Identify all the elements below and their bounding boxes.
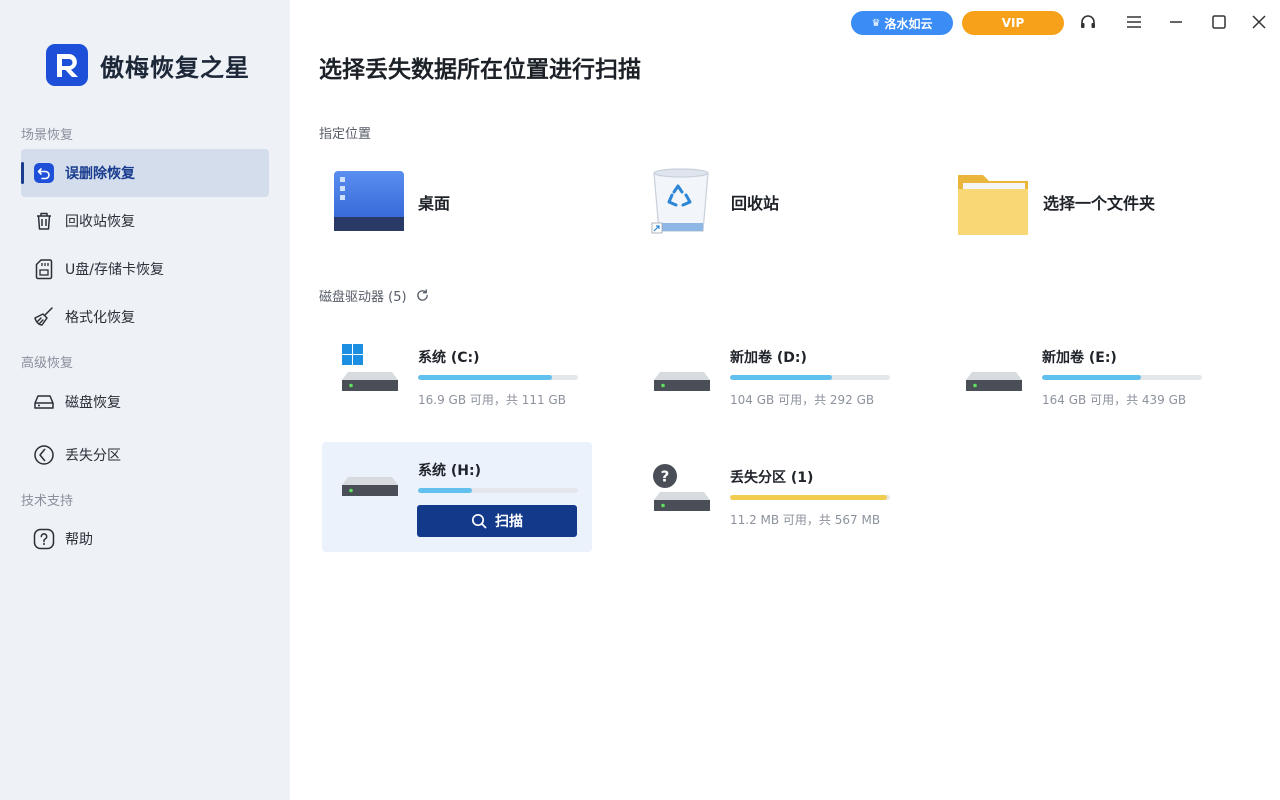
- sd-card-icon: [33, 258, 55, 280]
- drive-size: 104 GB 可用，共 292 GB: [730, 393, 875, 407]
- app-name: 傲梅恢复之星: [100, 53, 250, 82]
- minimize-icon[interactable]: [1164, 10, 1188, 34]
- sidebar-item-label: 磁盘恢复: [65, 395, 121, 411]
- location-recycle-bin[interactable]: 回收站: [643, 165, 923, 239]
- disk-icon: [33, 391, 55, 413]
- brand: 傲梅恢复之星: [46, 44, 250, 86]
- svg-text:?: ?: [661, 468, 670, 486]
- menu-icon[interactable]: [1122, 10, 1146, 34]
- user-account-button[interactable]: ♛ 洛水如云: [851, 11, 953, 35]
- drive-e[interactable]: 新加卷 (E:) 164 GB 可用，共 439 GB: [946, 329, 1216, 439]
- drive-usage-fill: [730, 375, 833, 380]
- drive-name: 新加卷 (D:): [730, 350, 807, 366]
- location-label: 回收站: [731, 194, 780, 213]
- app-logo-icon: [46, 44, 88, 86]
- sidebar-item-help[interactable]: 帮助: [21, 515, 269, 563]
- page-title: 选择丢失数据所在位置进行扫描: [319, 57, 641, 83]
- sidebar-item-label: U盘/存储卡恢复: [65, 262, 164, 278]
- drive-usage-fill: [730, 495, 887, 500]
- group-title-advanced: 高级恢复: [21, 356, 74, 371]
- drive-size: 11.2 MB 可用，共 567 MB: [730, 513, 881, 527]
- maximize-icon[interactable]: [1207, 10, 1231, 34]
- drive-name: 丢失分区 (1): [730, 470, 814, 486]
- drive-usage-fill: [1042, 375, 1142, 380]
- hard-drive-icon: [342, 477, 398, 496]
- trash-icon: [33, 210, 55, 232]
- drives-section-title: 磁盘驱动器 (5): [319, 286, 429, 305]
- drives-title-text: 磁盘驱动器 (5): [319, 290, 407, 305]
- desktop-icon: [330, 165, 406, 239]
- sidebar-item-label: 丢失分区: [65, 448, 121, 464]
- drive-lost-partition[interactable]: ? 丢失分区 (1) 11.2 MB 可用，共 567 MB: [634, 449, 904, 559]
- crown-icon: ♛: [871, 17, 881, 29]
- location-label: 桌面: [418, 194, 451, 213]
- sidebar-item-label: 回收站恢复: [65, 214, 135, 230]
- help-icon: [33, 528, 55, 550]
- partition-icon: [33, 444, 55, 466]
- drive-name: 系统 (C:): [418, 350, 480, 366]
- hard-drive-icon: [342, 344, 398, 391]
- sidebar: 傲梅恢复之星 场景恢复 误删除恢复 回收站恢复 U盘/存储卡恢复 格式化恢复 高…: [0, 0, 290, 800]
- drive-usage-bar: [418, 488, 578, 493]
- headset-icon[interactable]: [1076, 10, 1100, 34]
- location-label: 选择一个文件夹: [1043, 194, 1156, 213]
- scan-button-label: 扫描: [495, 514, 523, 530]
- group-title-scene: 场景恢复: [21, 128, 74, 143]
- vip-button[interactable]: VIP: [962, 11, 1064, 35]
- location-choose-folder[interactable]: 选择一个文件夹: [955, 165, 1235, 239]
- sidebar-item-recycle-recovery[interactable]: 回收站恢复: [21, 197, 269, 245]
- drive-usage-bar: [730, 495, 890, 500]
- sidebar-item-label: 帮助: [65, 532, 93, 548]
- scan-button[interactable]: 扫描: [417, 505, 577, 537]
- search-icon: [471, 513, 487, 529]
- drive-size: 164 GB 可用，共 439 GB: [1042, 393, 1187, 407]
- sidebar-item-format-recovery[interactable]: 格式化恢复: [21, 293, 269, 341]
- undo-icon: [33, 162, 55, 184]
- drive-d[interactable]: 新加卷 (D:) 104 GB 可用，共 292 GB: [634, 329, 904, 439]
- drive-usage-bar: [730, 375, 890, 380]
- drive-h[interactable]: 系统 (H:) 扫描: [322, 442, 592, 552]
- sidebar-item-deleted-recovery[interactable]: 误删除恢复: [21, 149, 269, 197]
- close-icon[interactable]: [1247, 10, 1271, 34]
- group-title-support: 技术支持: [21, 494, 74, 509]
- user-name: 洛水如云: [884, 16, 933, 31]
- drive-name: 系统 (H:): [418, 463, 481, 479]
- locations-section-title: 指定位置: [319, 127, 372, 142]
- sidebar-item-label: 格式化恢复: [65, 310, 135, 326]
- drive-usage-bar: [418, 375, 578, 380]
- sidebar-item-lost-partition[interactable]: 丢失分区: [21, 431, 269, 479]
- hard-drive-icon: [654, 372, 710, 391]
- drive-c[interactable]: 系统 (C:) 16.9 GB 可用，共 111 GB: [322, 329, 592, 439]
- sidebar-item-usb-recovery[interactable]: U盘/存储卡恢复: [21, 245, 269, 293]
- sidebar-item-label: 误删除恢复: [65, 166, 135, 182]
- drive-usage-fill: [418, 375, 553, 380]
- broom-icon: [33, 306, 55, 328]
- sidebar-item-disk-recovery[interactable]: 磁盘恢复: [21, 378, 269, 426]
- drive-name: 新加卷 (E:): [1042, 350, 1117, 366]
- refresh-icon[interactable]: [416, 289, 429, 302]
- recycle-bin-icon: [643, 165, 719, 239]
- location-desktop[interactable]: 桌面: [330, 165, 610, 239]
- drive-size: 16.9 GB 可用，共 111 GB: [418, 393, 566, 407]
- hard-drive-icon: [966, 372, 1022, 391]
- folder-icon: [955, 165, 1031, 239]
- drive-usage-fill: [418, 488, 473, 493]
- lost-partition-drive-icon: ?: [653, 464, 710, 511]
- drive-usage-bar: [1042, 375, 1202, 380]
